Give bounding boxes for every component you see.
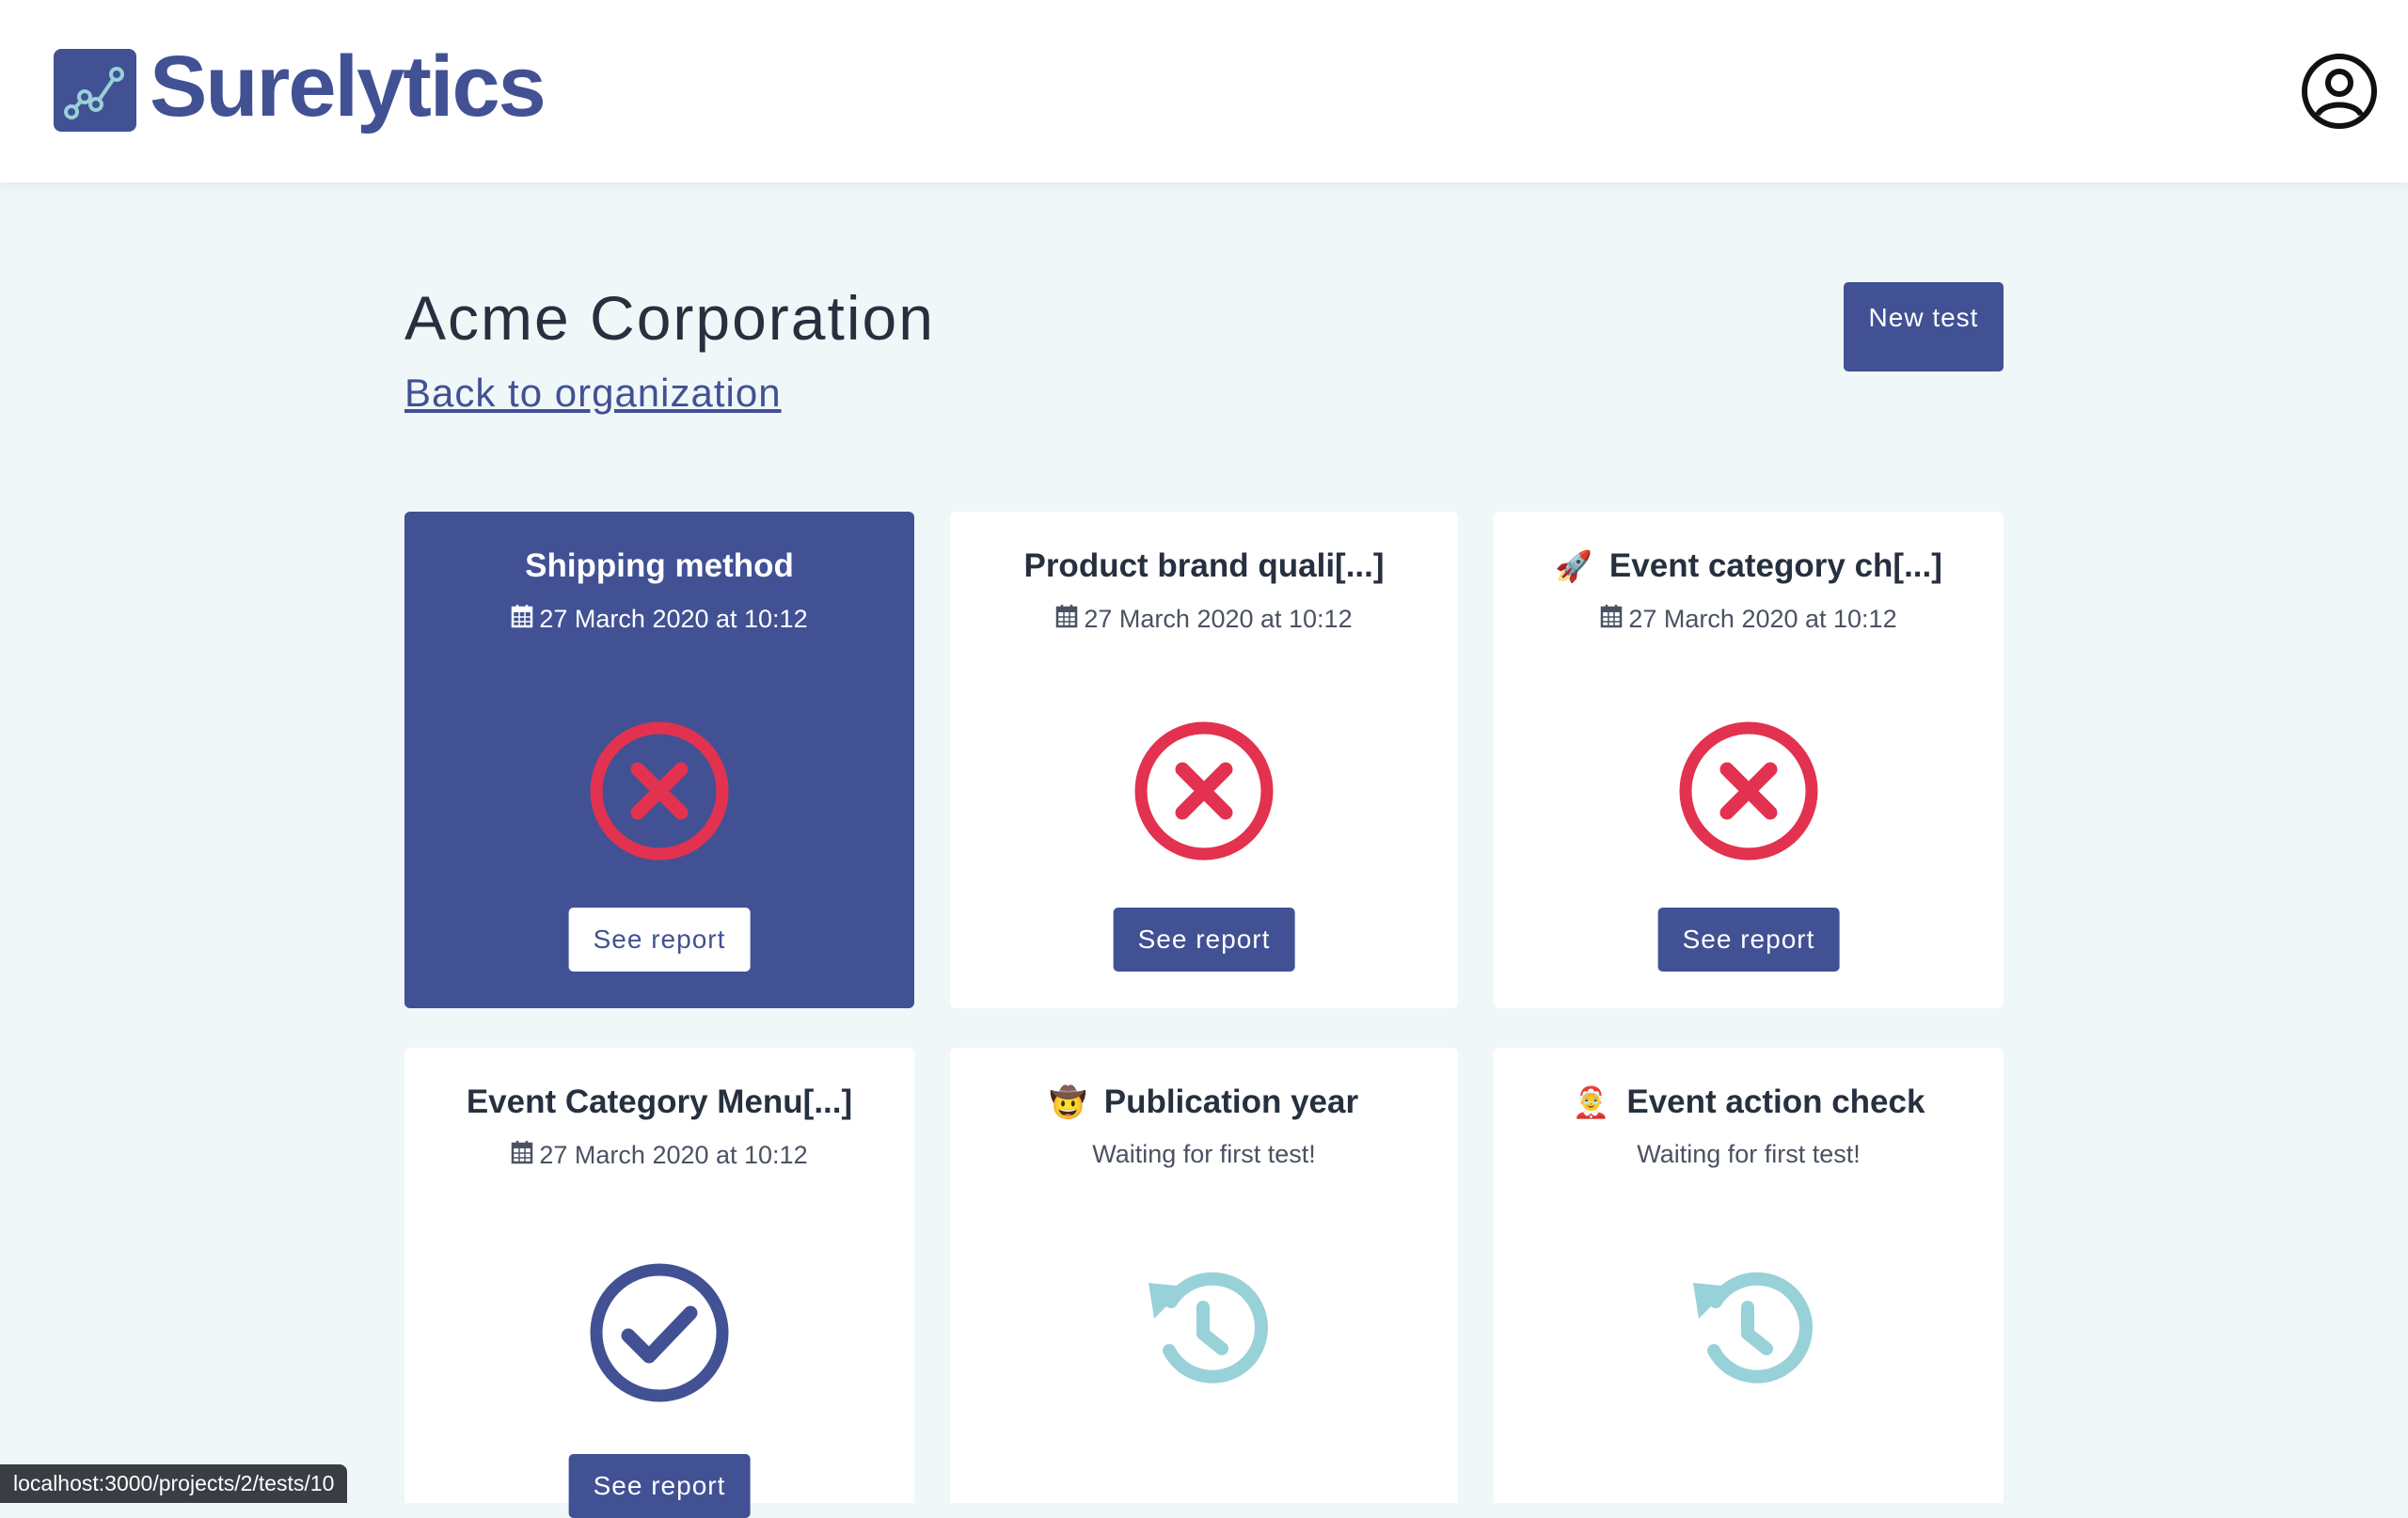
x-circle-icon [1678, 720, 1819, 862]
see-report-button[interactable]: See report [568, 908, 751, 972]
check-circle-icon [589, 1262, 730, 1403]
test-card[interactable]: 🚀 Event category ch[...] 27 March 2020 at… [1494, 512, 2004, 1008]
see-report-button[interactable]: See report [1657, 908, 1840, 972]
calendar-icon [511, 604, 533, 635]
line-chart-icon [54, 49, 136, 132]
test-date-text: 27 March 2020 at 10:12 [1628, 605, 1897, 633]
test-title: 🤠 Publication year [950, 1083, 1458, 1121]
test-title-text: Event Category Menu[...] [466, 1083, 853, 1120]
see-report-button[interactable]: See report [568, 1454, 751, 1518]
browser-status-url: localhost:3000/projects/2/tests/10 [0, 1464, 348, 1503]
new-test-button[interactable]: New test [1844, 282, 2004, 372]
test-date-text: 27 March 2020 at 10:12 [539, 1141, 808, 1169]
test-date-text: 27 March 2020 at 10:12 [539, 605, 808, 633]
calendar-icon [511, 1140, 533, 1171]
test-title-text: Event category ch[...] [1608, 547, 1942, 584]
see-report-button[interactable]: See report [1113, 908, 1295, 972]
calendar-icon [1600, 604, 1623, 635]
mrs-claus-emoji-icon: 🤶 [1572, 1085, 1610, 1119]
x-circle-icon [1133, 720, 1275, 862]
waiting-text: Waiting for first test! [1092, 1140, 1316, 1168]
back-to-organization-link[interactable]: Back to organization [404, 371, 782, 416]
test-title: 🚀 Event category ch[...] [1494, 547, 2004, 585]
test-title-text: Publication year [1103, 1083, 1359, 1120]
test-title: Event Category Menu[...] [404, 1083, 914, 1121]
test-date: 27 March 2020 at 10:12 [404, 1140, 914, 1171]
test-date: 27 March 2020 at 10:12 [950, 604, 1458, 635]
user-circle-icon[interactable] [2301, 53, 2378, 130]
test-title-text: Event action check [1626, 1083, 1925, 1120]
rocket-emoji-icon: 🚀 [1555, 549, 1592, 583]
test-card[interactable]: 🤠 Publication year Waiting for first test… [950, 1048, 1458, 1503]
brand-logo[interactable]: Surelytics [54, 43, 547, 134]
test-date-text: 27 March 2020 at 10:12 [1084, 605, 1353, 633]
calendar-icon [1055, 604, 1078, 635]
waiting-text: Waiting for first test! [1637, 1140, 1861, 1168]
cowboy-emoji-icon: 🤠 [1049, 1085, 1087, 1119]
brand-name: Surelytics [150, 39, 547, 134]
test-card[interactable]: Shipping method 27 March 2020 at 10:12 S… [404, 512, 914, 1008]
test-date: 27 March 2020 at 10:12 [404, 604, 914, 635]
test-date: 27 March 2020 at 10:12 [1494, 604, 2004, 635]
test-title: Product brand quali[...] [950, 547, 1458, 585]
history-icon [1678, 1258, 1819, 1399]
x-circle-icon [589, 720, 730, 862]
test-card[interactable]: 🤶 Event action check Waiting for first te… [1494, 1048, 2004, 1503]
test-card[interactable]: Event Category Menu[...] 27 March 2020 a… [404, 1048, 914, 1518]
history-icon [1133, 1258, 1275, 1399]
test-title: 🤶 Event action check [1494, 1083, 2004, 1121]
test-card[interactable]: Product brand quali[...] 27 March 2020 a… [950, 512, 1458, 1008]
page-title: Acme Corporation [404, 283, 935, 353]
test-title-text: Product brand quali[...] [1023, 547, 1385, 584]
top-navbar: Surelytics [0, 0, 2408, 182]
test-title: Shipping method [404, 547, 914, 585]
test-title-text: Shipping method [525, 547, 794, 584]
